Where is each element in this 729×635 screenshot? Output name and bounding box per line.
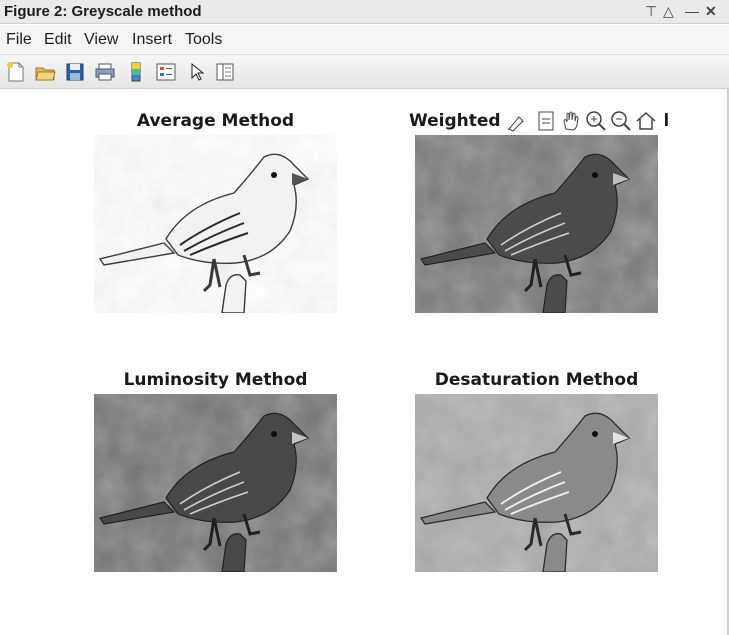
image-desaturation-method[interactable] [415, 394, 658, 572]
panel-title-desaturation: Desaturation Method [434, 370, 639, 390]
new-figure-icon[interactable] [5, 61, 27, 83]
menu-bar: File Edit View Insert Tools [0, 25, 729, 55]
save-icon[interactable] [64, 61, 86, 83]
image-luminosity-method[interactable] [94, 394, 337, 572]
pan-icon[interactable] [559, 109, 583, 133]
panel-title-weighted: Weighted [409, 111, 501, 131]
image-weighted-method[interactable] [415, 135, 658, 313]
maximize-icon[interactable]: △ [663, 3, 674, 19]
image-average-method[interactable] [94, 135, 337, 313]
axes-toolbar [505, 108, 665, 134]
colorbar-icon[interactable] [125, 61, 147, 83]
minimize-icon[interactable]: — [685, 3, 699, 19]
menu-tools[interactable]: Tools [185, 31, 222, 49]
figure-toolbar [0, 55, 729, 89]
brush-icon[interactable] [505, 109, 529, 133]
menu-insert[interactable]: Insert [132, 31, 172, 49]
panel-title-luminosity: Luminosity Method [123, 370, 308, 390]
close-icon[interactable]: ✕ [705, 3, 717, 19]
legend-icon[interactable] [155, 61, 177, 83]
pin-icon[interactable]: ⊤ [645, 3, 657, 19]
edit-plot-icon[interactable] [186, 61, 208, 83]
open-file-icon[interactable] [34, 61, 56, 83]
window-title: Figure 2: Greyscale method [4, 3, 202, 20]
title-bar: Figure 2: Greyscale method ⊤ △ — ✕ [0, 0, 729, 24]
zoom-in-icon[interactable] [584, 109, 608, 133]
datatip-icon[interactable] [534, 109, 558, 133]
restore-view-icon[interactable] [634, 109, 658, 133]
zoom-out-icon[interactable] [609, 109, 633, 133]
panel-title-average: Average Method [136, 111, 295, 131]
property-inspector-icon[interactable] [214, 61, 236, 83]
menu-view[interactable]: View [84, 31, 118, 49]
menu-file[interactable]: File [6, 31, 32, 49]
print-icon[interactable] [94, 61, 116, 83]
menu-edit[interactable]: Edit [44, 31, 72, 49]
